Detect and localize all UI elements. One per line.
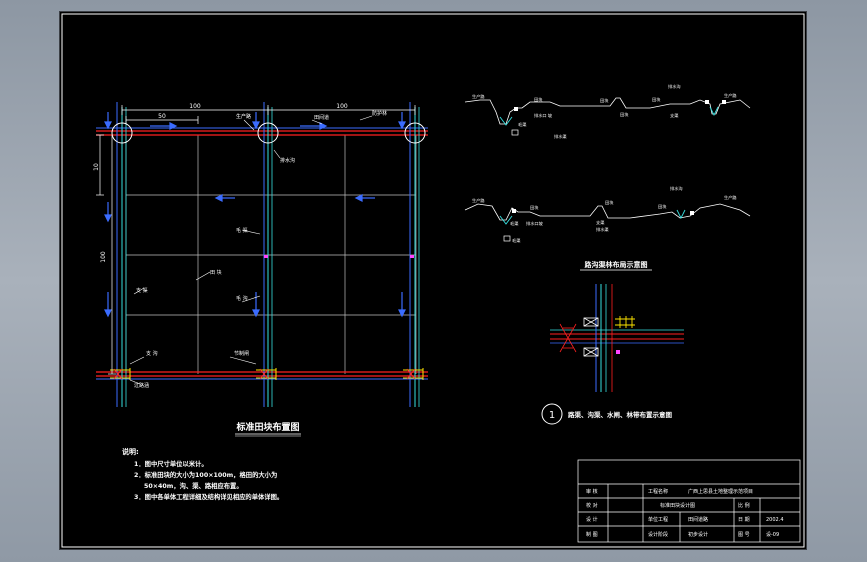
- detail-caption: 路渠、沟渠、水闸、林带布置示意图: [568, 410, 673, 419]
- detail-marker-number: 1: [549, 410, 555, 421]
- label-drain-channel: 毛 渠: [236, 227, 248, 234]
- detail-title: 路沟渠林布局示意图: [585, 260, 648, 269]
- vertical-channels: [116, 102, 420, 407]
- pink-markers: [264, 255, 414, 258]
- tb-stage-label: 设计阶段: [648, 531, 668, 538]
- detail-layout: 路沟渠林布局示意图 1 路渠、沟渠、水闸、林带布置示意图: [541, 260, 684, 425]
- upper-label-4: 田块: [600, 97, 609, 104]
- dim-top-left: 100: [189, 103, 201, 110]
- label-field-block: 田 块: [210, 269, 222, 276]
- notes: 说明: 1．图中尺寸单位以米计。 2．标准田块的大小为100×100m，格田的大…: [122, 447, 283, 501]
- lower-label-2: 田块: [530, 204, 539, 211]
- tb-stage-value: 初步设计: [688, 531, 708, 538]
- tb-r4c1: 制 图: [586, 531, 598, 538]
- lower-label-1: 生产路: [472, 197, 485, 204]
- label-branch-canal: 支 渠: [136, 287, 148, 294]
- label-tree-row: 防护林: [372, 110, 387, 117]
- label-farm-road: 生产路: [236, 113, 251, 120]
- dim-top-right: 100: [336, 103, 348, 110]
- tb-r3c1: 设 计: [586, 516, 598, 523]
- callout-leaders: [129, 115, 373, 385]
- label-field-road: 田间道: [314, 114, 329, 121]
- notes-heading: 说明:: [122, 447, 139, 456]
- lower-label-11: 排水沟: [670, 185, 683, 192]
- lower-label-7: 田块: [658, 203, 667, 210]
- lower-label-9: 支渠: [596, 219, 605, 226]
- plan-title: 标准田块布置图: [235, 421, 299, 433]
- top-field-road: [96, 127, 428, 136]
- label-drain-ditch: 排水沟: [280, 157, 295, 164]
- lower-label-4: 排水口坡: [526, 220, 544, 227]
- upper-label-1: 生产路: [472, 93, 485, 100]
- lower-label-8: 生产路: [724, 194, 737, 201]
- notes-item-1: 1．图中尺寸单位以米计。: [134, 459, 208, 468]
- lower-label-6: 田块: [605, 199, 614, 206]
- upper-label-2: 田块: [534, 96, 543, 103]
- tb-drawing-name: 标准田块设计图: [660, 502, 695, 509]
- dim-left-main: 100: [100, 251, 107, 263]
- tb-project-name: 广西上思县土地整理示范项目: [688, 488, 753, 495]
- tb-number-value: 设-09: [766, 531, 779, 538]
- label-branch-ditch: 支 沟: [146, 350, 158, 357]
- tb-date-value: 2002.4: [766, 517, 784, 523]
- lower-label-5: 毛渠: [512, 237, 521, 244]
- upper-label-7: 田块: [652, 96, 661, 103]
- dim-inner-left: 50: [158, 113, 166, 120]
- upper-label-9: 排水沟: [668, 83, 681, 90]
- notes-item-4: 3．图中各单体工程详细及结构详见相应的单体详图。: [134, 492, 283, 501]
- structure-symbols: [110, 368, 424, 380]
- upper-label-5: 排水口 坡: [534, 112, 553, 119]
- upper-label-3: 毛渠: [518, 121, 527, 128]
- title-block: 审 核 工程名称 广西上思县土地整理示范项目 校 对 标准田块设计图 比 例 设…: [577, 459, 801, 543]
- notes-item-2: 2．标准田块的大小为100×100m，格田的大小为: [134, 470, 277, 479]
- label-crossing: 过路涵: [134, 382, 149, 389]
- cross-section-upper: 生产路 田块 毛渠 田块 排水口 坡 田块 田块 生产路 排水沟 支渠 排水渠: [464, 83, 751, 140]
- notes-item-3: 50×40m，沟、渠、路相应布置。: [144, 481, 243, 490]
- cross-section-lower: 生产路 田块 毛渠 排水口坡 毛渠 田块 田块 生产路 支渠 排水渠 排水沟: [464, 185, 751, 244]
- upper-label-11: 排水渠: [554, 133, 567, 140]
- cad-drawing: 100 100 50 10 100 防护林 田间道 生产路 排水沟 毛 渠 田 …: [61, 13, 805, 548]
- tb-number-label: 图 号: [738, 532, 750, 538]
- lower-label-10: 排水渠: [596, 226, 609, 233]
- dim-left-upper: 10: [93, 163, 100, 171]
- dimension-lines: [96, 105, 416, 375]
- label-drop: 节制闸: [234, 350, 249, 357]
- tb-unit-label: 单位工程: [648, 516, 668, 523]
- cad-viewport[interactable]: 100 100 50 10 100 防护林 田间道 生产路 排水沟 毛 渠 田 …: [60, 12, 806, 549]
- upper-label-10: 支渠: [670, 112, 679, 119]
- field-grid: [125, 135, 417, 374]
- label-lateral-channel: 毛 沟: [236, 295, 248, 302]
- tb-scale-label: 比 例: [738, 502, 750, 509]
- tb-r2c1: 校 对: [586, 502, 598, 509]
- tb-date-label: 日 期: [738, 517, 750, 523]
- flow-arrows: [104, 112, 406, 318]
- field-layout-plan: 100 100 50 10 100 防护林 田间道 生产路 排水沟 毛 渠 田 …: [93, 102, 428, 437]
- upper-label-6: 田块: [620, 111, 629, 118]
- upper-label-8: 生产路: [724, 92, 737, 99]
- lower-label-3: 毛渠: [510, 220, 519, 227]
- tb-unit-value: 田间道路: [688, 516, 708, 523]
- tb-project-label: 工程名称: [648, 488, 668, 495]
- tb-r1c1: 审 核: [586, 488, 598, 495]
